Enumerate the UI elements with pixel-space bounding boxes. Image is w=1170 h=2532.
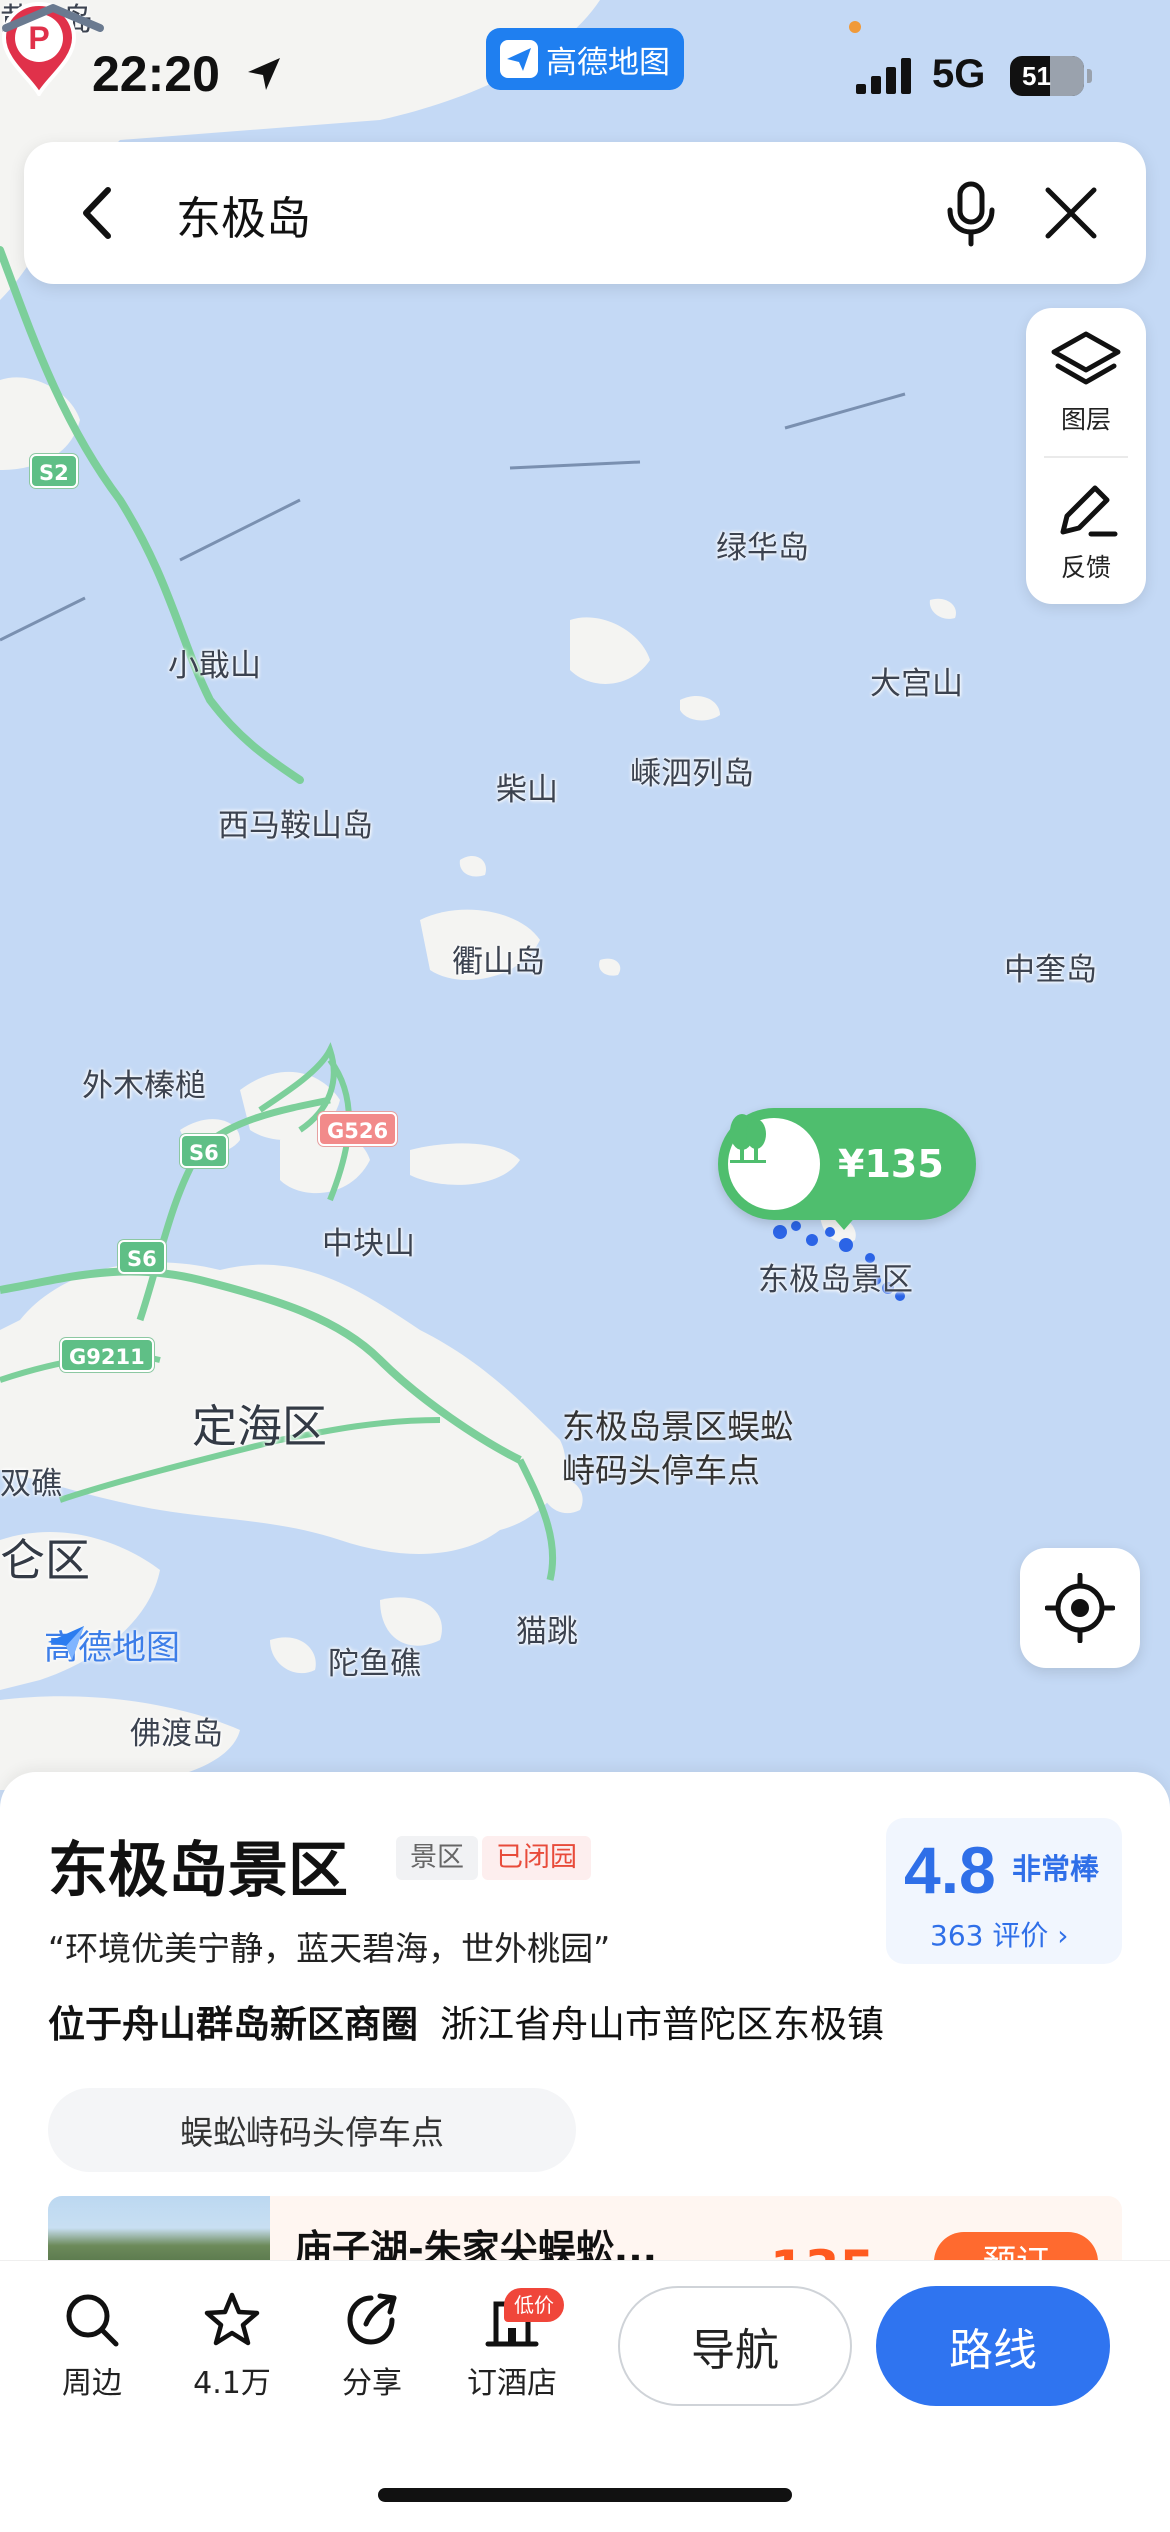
place-label: 佛渡岛: [130, 1716, 223, 1752]
home-indicator: [378, 2488, 792, 2502]
share-label: 分享: [342, 2366, 402, 2401]
place-label: 东极岛景区: [758, 1262, 913, 1298]
battery-icon: 51: [1010, 56, 1084, 96]
parking-label-line2: 峙码头停车点: [562, 1451, 760, 1490]
nearby-button[interactable]: 周边: [32, 2290, 152, 2402]
place-label: 嵊泗列岛: [630, 756, 754, 792]
status-time: 22:20: [92, 46, 220, 102]
parking-label-line1: 东极岛景区蜈蚣: [562, 1407, 793, 1446]
place-label: 大宫山: [870, 666, 963, 702]
poi-type-badge: 景区: [396, 1836, 478, 1880]
star-icon: [204, 2292, 260, 2346]
battery-tip: [1087, 69, 1092, 83]
parking-label: 东极岛景区蜈蚣 峙码头停车点: [562, 1405, 793, 1493]
road-shield: S2: [30, 454, 78, 488]
share-button[interactable]: 分享: [312, 2290, 432, 2402]
place-label: 中奎岛: [1004, 952, 1097, 988]
place-label: 定海区: [192, 1400, 328, 1453]
share-icon: [347, 2293, 397, 2345]
privacy-indicator: [849, 21, 861, 33]
place-label: 中块山: [322, 1226, 415, 1262]
parking-chip[interactable]: 蜈蚣峙码头停车点: [48, 2088, 576, 2172]
map-tools-panel: 图层 反馈: [1026, 308, 1146, 604]
road-shield: S6: [118, 1240, 166, 1274]
place-label: 绿华岛: [716, 530, 809, 566]
route-button[interactable]: 路线: [876, 2286, 1110, 2406]
favorite-count: 4.1万: [193, 2366, 271, 2401]
feedback-button[interactable]: 反馈: [1026, 456, 1146, 604]
navigate-button[interactable]: 导航: [618, 2286, 852, 2406]
rating-box[interactable]: 4.8 非常棒 363 评价 ›: [886, 1818, 1122, 1964]
road-shield: G9211: [60, 1338, 154, 1372]
crosshair-icon: [1045, 1573, 1115, 1643]
tree-icon: [728, 1114, 820, 1210]
search-bar: 东极岛: [24, 142, 1146, 284]
amap-logo-icon: [48, 1626, 84, 1660]
back-icon[interactable]: [64, 178, 134, 248]
poi-status-badge: 已闭园: [482, 1836, 591, 1880]
rating-score: 4.8: [904, 1833, 996, 1907]
scenic-price-marker[interactable]: ¥135: [718, 1108, 976, 1220]
amap-logo-icon: [500, 40, 538, 78]
book-hotel-label: 订酒店: [467, 2366, 557, 2401]
feedback-label: 反馈: [1060, 553, 1111, 582]
place-label: 小戢山: [168, 648, 261, 684]
app-return-pill[interactable]: 高德地图: [486, 28, 684, 90]
low-price-badge: 低价: [504, 2288, 564, 2322]
rating-word: 非常棒: [1012, 1852, 1100, 1886]
place-label: 陀鱼礁: [328, 1646, 421, 1682]
poi-address: 位于舟山群岛新区商圈 浙江省舟山市普陀区东极镇: [48, 1994, 884, 2048]
layers-icon: [1051, 331, 1121, 385]
review-count-link[interactable]: 363 评价 ›: [930, 1914, 1068, 1954]
place-label: 衢山岛: [452, 944, 545, 980]
place-label: 西马鞍山岛: [218, 808, 373, 844]
place-label: 双礁: [0, 1466, 62, 1502]
brand-watermark: 高德地图: [44, 1620, 180, 1669]
location-arrow-icon: [248, 58, 280, 90]
search-input[interactable]: 东极岛: [176, 182, 311, 247]
road-shield: S6: [180, 1134, 228, 1168]
poi-title: 东极岛景区: [48, 1836, 348, 1906]
layers-label: 图层: [1060, 405, 1111, 434]
place-label: 猫跳: [516, 1614, 578, 1650]
layers-button[interactable]: 图层: [1026, 308, 1146, 456]
search-icon: [66, 2294, 119, 2347]
place-label: 仑区: [0, 1534, 91, 1587]
network-type: 5G: [932, 52, 986, 96]
locate-me-button[interactable]: [1020, 1548, 1140, 1668]
poi-district: 位于舟山群岛新区商圈: [48, 2003, 418, 2046]
app-pill-label: 高德地图: [546, 44, 670, 81]
place-label: 外木榛槌: [82, 1068, 206, 1104]
cellular-signal-icon: [856, 58, 911, 94]
edit-pencil-icon: [1060, 485, 1118, 537]
close-icon[interactable]: [1036, 178, 1106, 248]
road-shield: G526: [318, 1112, 398, 1146]
microphone-icon[interactable]: [936, 178, 1006, 248]
nearby-label: 周边: [62, 2366, 122, 2401]
favorite-button[interactable]: 4.1万: [172, 2290, 292, 2402]
status-bar: 22:20 高德地图 5G 51: [0, 0, 1170, 140]
poi-street-address: 浙江省舟山市普陀区东极镇: [440, 2003, 884, 2046]
battery-level: 51: [1022, 60, 1051, 91]
marker-tail: [830, 1214, 858, 1230]
place-label: 柴山: [496, 772, 558, 808]
poi-quote: “环境优美宁静，蓝天碧海，世外桃园”: [48, 1929, 611, 1968]
price-label: ¥135: [838, 1142, 944, 1186]
